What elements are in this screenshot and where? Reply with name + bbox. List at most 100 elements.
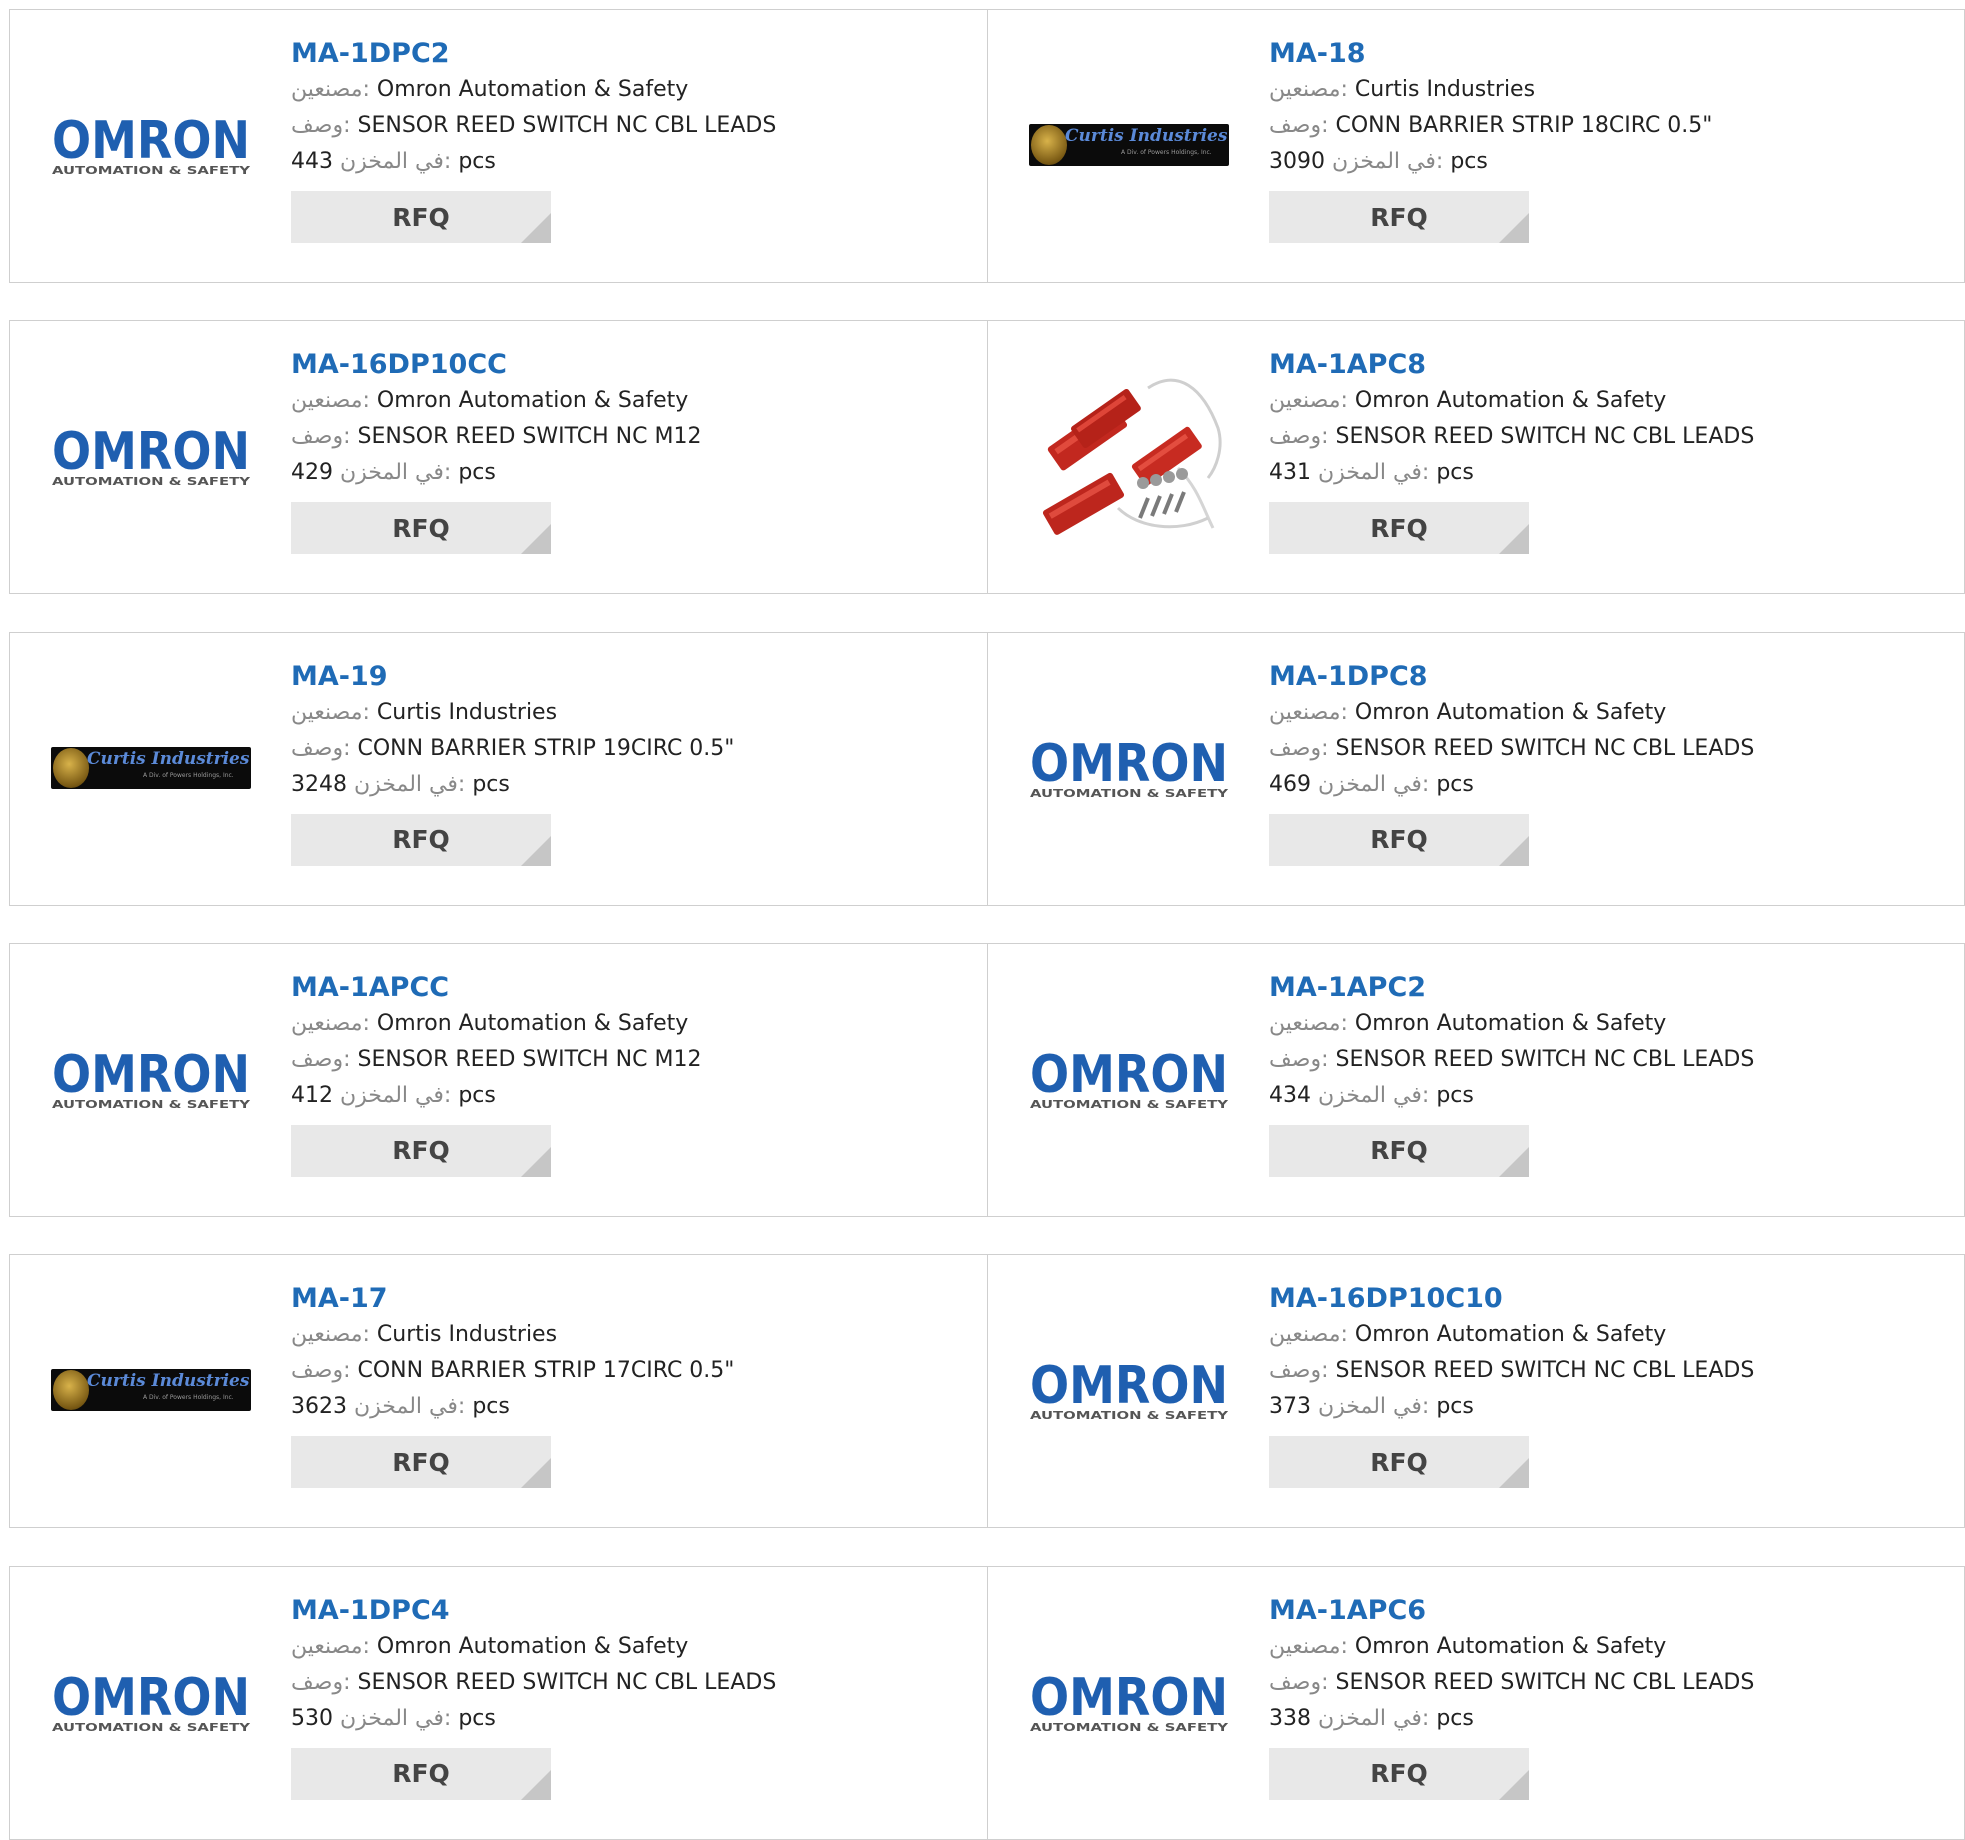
rfq-button[interactable]: RFQ [291, 813, 551, 866]
stock-label: في المخزن: [354, 1394, 466, 1420]
rfq-corner-decoration [521, 1769, 551, 1800]
stock-label: في المخزن: [340, 1705, 452, 1731]
omron-logo: OMRON AUTOMATION & SAFETY [51, 1048, 251, 1110]
rfq-button[interactable]: RFQ [291, 502, 551, 555]
stock-unit: pcs [1450, 149, 1488, 174]
product-card: OMRON AUTOMATION & SAFETY MA-1APC2 مصنعين… [988, 944, 1964, 1216]
rfq-corner-decoration [1499, 835, 1529, 866]
description-line: وصف: SENSOR REED SWITCH NC M12 [291, 1042, 931, 1078]
part-number-link[interactable]: MA-1DPC4 [291, 1593, 931, 1629]
stock-value: 412 [291, 1082, 333, 1108]
rfq-label: RFQ [1370, 1759, 1428, 1788]
curtis-logo-text: Curtis Industries [87, 1371, 250, 1392]
stock-value: 469 [1269, 771, 1311, 797]
curtis-industries-logo: Curtis Industries A Div. of Powers Holdin… [1029, 124, 1229, 166]
rfq-button[interactable]: RFQ [1269, 813, 1529, 866]
part-number-link[interactable]: MA-1APC8 [1269, 347, 1909, 383]
stock-line: 429 في المخزن: pcs [291, 455, 931, 491]
svg-text:AUTOMATION & SAFETY: AUTOMATION & SAFETY [52, 1721, 251, 1733]
rfq-button[interactable]: RFQ [1269, 1747, 1529, 1800]
product-card: Curtis Industries A Div. of Powers Holdin… [10, 1255, 988, 1528]
part-number-link[interactable]: MA-1APCC [291, 970, 931, 1006]
rfq-button[interactable]: RFQ [291, 1747, 551, 1800]
manufacturer-value: Omron Automation & Safety [376, 388, 689, 414]
product-info: MA-1APCC مصنعين: Omron Automation & Safe… [291, 970, 931, 1177]
product-info: MA-19 مصنعين: Curtis Industries وصف: CON… [291, 659, 931, 866]
stock-line: 443 في المخزن: pcs [291, 144, 931, 180]
rfq-button[interactable]: RFQ [291, 191, 551, 243]
description-value: SENSOR REED SWITCH NC CBL LEADS [1335, 424, 1755, 450]
rfq-label: RFQ [392, 1447, 450, 1477]
description-label: وصف: [1269, 113, 1329, 138]
stock-value: 443 [291, 149, 333, 174]
product-card: OMRON AUTOMATION & SAFETY MA-1DPC4 مصنعين… [10, 1566, 988, 1839]
rfq-label: RFQ [392, 513, 450, 543]
manufacturer-label: مصنعين: [1269, 1010, 1348, 1036]
part-number-link[interactable]: MA-18 [1269, 36, 1909, 72]
stock-label: في المخزن: [1318, 460, 1430, 486]
svg-text:AUTOMATION & SAFETY: AUTOMATION & SAFETY [1030, 787, 1229, 799]
description-value: SENSOR REED SWITCH NC CBL LEADS [357, 1669, 777, 1695]
product-info: MA-16DP10C10 مصنعين: Omron Automation & … [1269, 1281, 1909, 1489]
part-number-link[interactable]: MA-1DPC8 [1269, 659, 1909, 695]
part-number-link[interactable]: MA-1APC6 [1269, 1593, 1909, 1629]
svg-text:OMRON: OMRON [1030, 1671, 1228, 1728]
stock-label: في المخزن: [354, 771, 466, 797]
part-number-link[interactable]: MA-19 [291, 659, 931, 695]
manufacturer-label: مصنعين: [291, 699, 370, 725]
manufacturer-value: Omron Automation & Safety [1354, 388, 1667, 414]
manufacturer-line: مصنعين: Omron Automation & Safety [1269, 695, 1909, 731]
product-info: MA-1APC8 مصنعين: Omron Automation & Safe… [1269, 347, 1909, 555]
manufacturer-value: Omron Automation & Safety [376, 1010, 689, 1036]
curtis-logo-tagline: A Div. of Powers Holdings, Inc. [1121, 149, 1212, 156]
rfq-corner-decoration [521, 835, 551, 866]
manufacturer-logo: Curtis Industries A Div. of Powers Holdin… [1028, 70, 1230, 220]
manufacturer-label: مصنعين: [1269, 699, 1348, 725]
svg-text:OMRON: OMRON [52, 114, 250, 171]
part-number-link[interactable]: MA-16DP10C10 [1269, 1281, 1909, 1317]
curtis-logo-text: Curtis Industries [1065, 126, 1228, 146]
manufacturer-value: Omron Automation & Safety [1354, 1322, 1667, 1348]
part-number-link[interactable]: MA-1APC2 [1269, 970, 1909, 1006]
manufacturer-line: مصنعين: Curtis Industries [291, 695, 931, 731]
product-row: OMRON AUTOMATION & SAFETY MA-1DPC2 مصنعين… [9, 9, 1965, 283]
description-label: وصف: [291, 1358, 351, 1384]
manufacturer-value: Omron Automation & Safety [1354, 1010, 1667, 1036]
svg-text:OMRON: OMRON [1030, 1048, 1228, 1105]
svg-text:AUTOMATION & SAFETY: AUTOMATION & SAFETY [1030, 1409, 1229, 1421]
stock-line: 3090 في المخزن: pcs [1269, 144, 1909, 180]
stock-line: 373 في المخزن: pcs [1269, 1389, 1909, 1425]
stock-label: في المخزن: [1318, 1394, 1430, 1420]
rfq-corner-decoration [1499, 213, 1529, 243]
manufacturer-value: Curtis Industries [1354, 77, 1536, 102]
rfq-button[interactable]: RFQ [1269, 502, 1529, 555]
manufacturer-line: مصنعين: Omron Automation & Safety [1269, 1317, 1909, 1353]
part-number-link[interactable]: MA-16DP10CC [291, 347, 931, 383]
omron-logo: OMRON AUTOMATION & SAFETY [51, 114, 251, 176]
stock-unit: pcs [472, 1394, 510, 1420]
description-value: SENSOR REED SWITCH NC CBL LEADS [1335, 1358, 1755, 1384]
part-number-link[interactable]: MA-1DPC2 [291, 36, 931, 72]
rfq-button[interactable]: RFQ [291, 1436, 551, 1489]
manufacturer-label: مصنعين: [1269, 1633, 1348, 1659]
part-number-link[interactable]: MA-17 [291, 1281, 931, 1317]
rfq-button[interactable]: RFQ [291, 1124, 551, 1177]
manufacturer-value: Omron Automation & Safety [1354, 1633, 1667, 1659]
product-photo [1028, 358, 1230, 560]
manufacturer-logo: OMRON AUTOMATION & SAFETY [1028, 1627, 1230, 1777]
rfq-button[interactable]: RFQ [1269, 191, 1529, 243]
product-card: Curtis Industries A Div. of Powers Holdin… [988, 10, 1964, 282]
rfq-button[interactable]: RFQ [1269, 1436, 1529, 1489]
manufacturer-logo: OMRON AUTOMATION & SAFETY [50, 1627, 252, 1777]
curtis-logo-tagline: A Div. of Powers Holdings, Inc. [143, 771, 234, 779]
description-label: وصف: [1269, 1046, 1329, 1072]
stock-unit: pcs [1436, 1394, 1474, 1420]
description-label: وصف: [291, 113, 351, 138]
description-value: CONN BARRIER STRIP 18CIRC 0.5" [1335, 113, 1713, 138]
stock-line: 338 في المخزن: pcs [1269, 1701, 1909, 1737]
product-card: Curtis Industries A Div. of Powers Holdin… [10, 632, 988, 905]
manufacturer-logo: OMRON AUTOMATION & SAFETY [1028, 1004, 1230, 1154]
description-label: وصف: [1269, 1358, 1329, 1384]
description-value: CONN BARRIER STRIP 17CIRC 0.5" [357, 1358, 735, 1384]
rfq-button[interactable]: RFQ [1269, 1124, 1529, 1177]
